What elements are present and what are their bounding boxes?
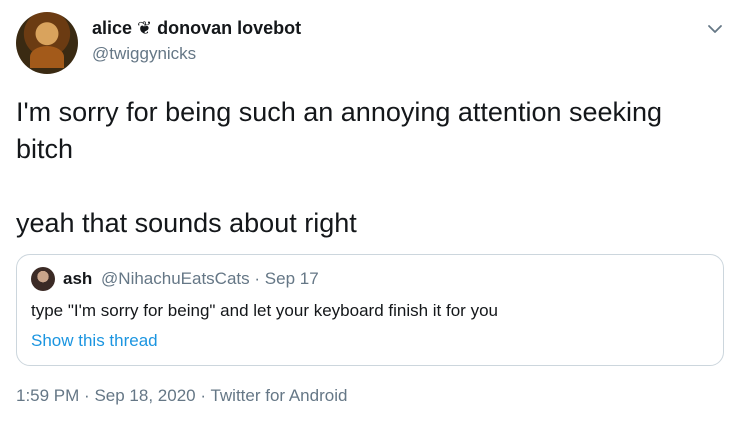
separator: · [84, 386, 90, 405]
show-thread-link[interactable]: Show this thread [31, 331, 158, 351]
tweet: alice ❦ donovan lovebot @twiggynicks I'm… [0, 0, 743, 427]
chevron-down-icon[interactable] [704, 18, 726, 40]
quoted-tweet-header: ash @NihachuEatsCats · Sep 17 [63, 269, 319, 289]
tweet-text-paragraph: I'm sorry for being such an annoying att… [16, 97, 663, 164]
separator: · [254, 269, 261, 288]
tweet-metadata: 1:59 PM · Sep 18, 2020 · Twitter for And… [16, 386, 347, 406]
tweet-date[interactable]: Sep 18, 2020 [94, 386, 195, 405]
separator: · [200, 386, 207, 405]
tweet-text: I'm sorry for being such an annoying att… [16, 94, 716, 242]
tweet-time[interactable]: 1:59 PM [16, 386, 79, 405]
author-avatar[interactable] [16, 12, 78, 74]
quoted-tweet-text: type "I'm sorry for being" and let your … [31, 301, 498, 320]
author-handle[interactable]: @twiggynicks [92, 44, 196, 64]
tweet-text-paragraph: yeah that sounds about right [16, 208, 357, 238]
quoted-author-avatar [31, 267, 55, 291]
quoted-tweet-date: Sep 17 [264, 269, 319, 288]
quoted-author-name: ash [63, 269, 93, 288]
tweet-source[interactable]: Twitter for Android [210, 386, 347, 405]
quoted-author-handle: @NihachuEatsCats [101, 269, 250, 288]
quoted-tweet[interactable]: ash @NihachuEatsCats · Sep 17 type "I'm … [16, 254, 724, 366]
author-display-name[interactable]: alice ❦ donovan lovebot [92, 18, 301, 39]
